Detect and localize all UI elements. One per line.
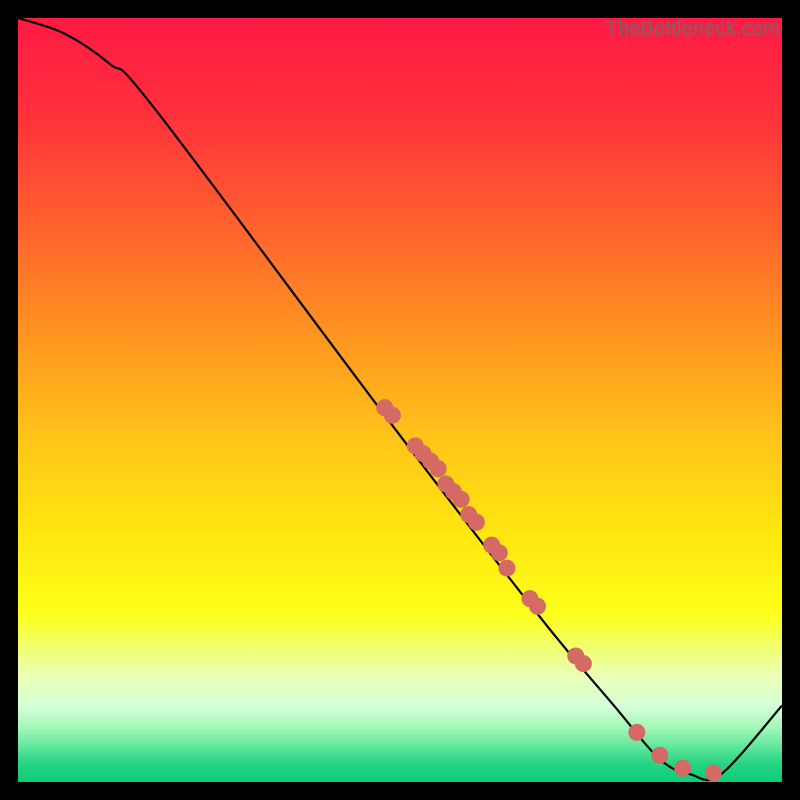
chart-svg (18, 18, 782, 782)
data-point (674, 760, 691, 777)
chart-background (18, 18, 782, 782)
data-point (468, 514, 485, 531)
data-point (628, 724, 645, 741)
data-point (651, 747, 668, 764)
data-point (498, 560, 515, 577)
data-point (430, 460, 447, 477)
watermark-text: TheBottleneck.com (605, 18, 780, 41)
data-point (705, 764, 722, 781)
data-point (384, 407, 401, 424)
data-point (491, 544, 508, 561)
data-point (575, 655, 592, 672)
data-point (453, 491, 470, 508)
chart-frame: TheBottleneck.com (18, 18, 782, 782)
data-point (529, 598, 546, 615)
